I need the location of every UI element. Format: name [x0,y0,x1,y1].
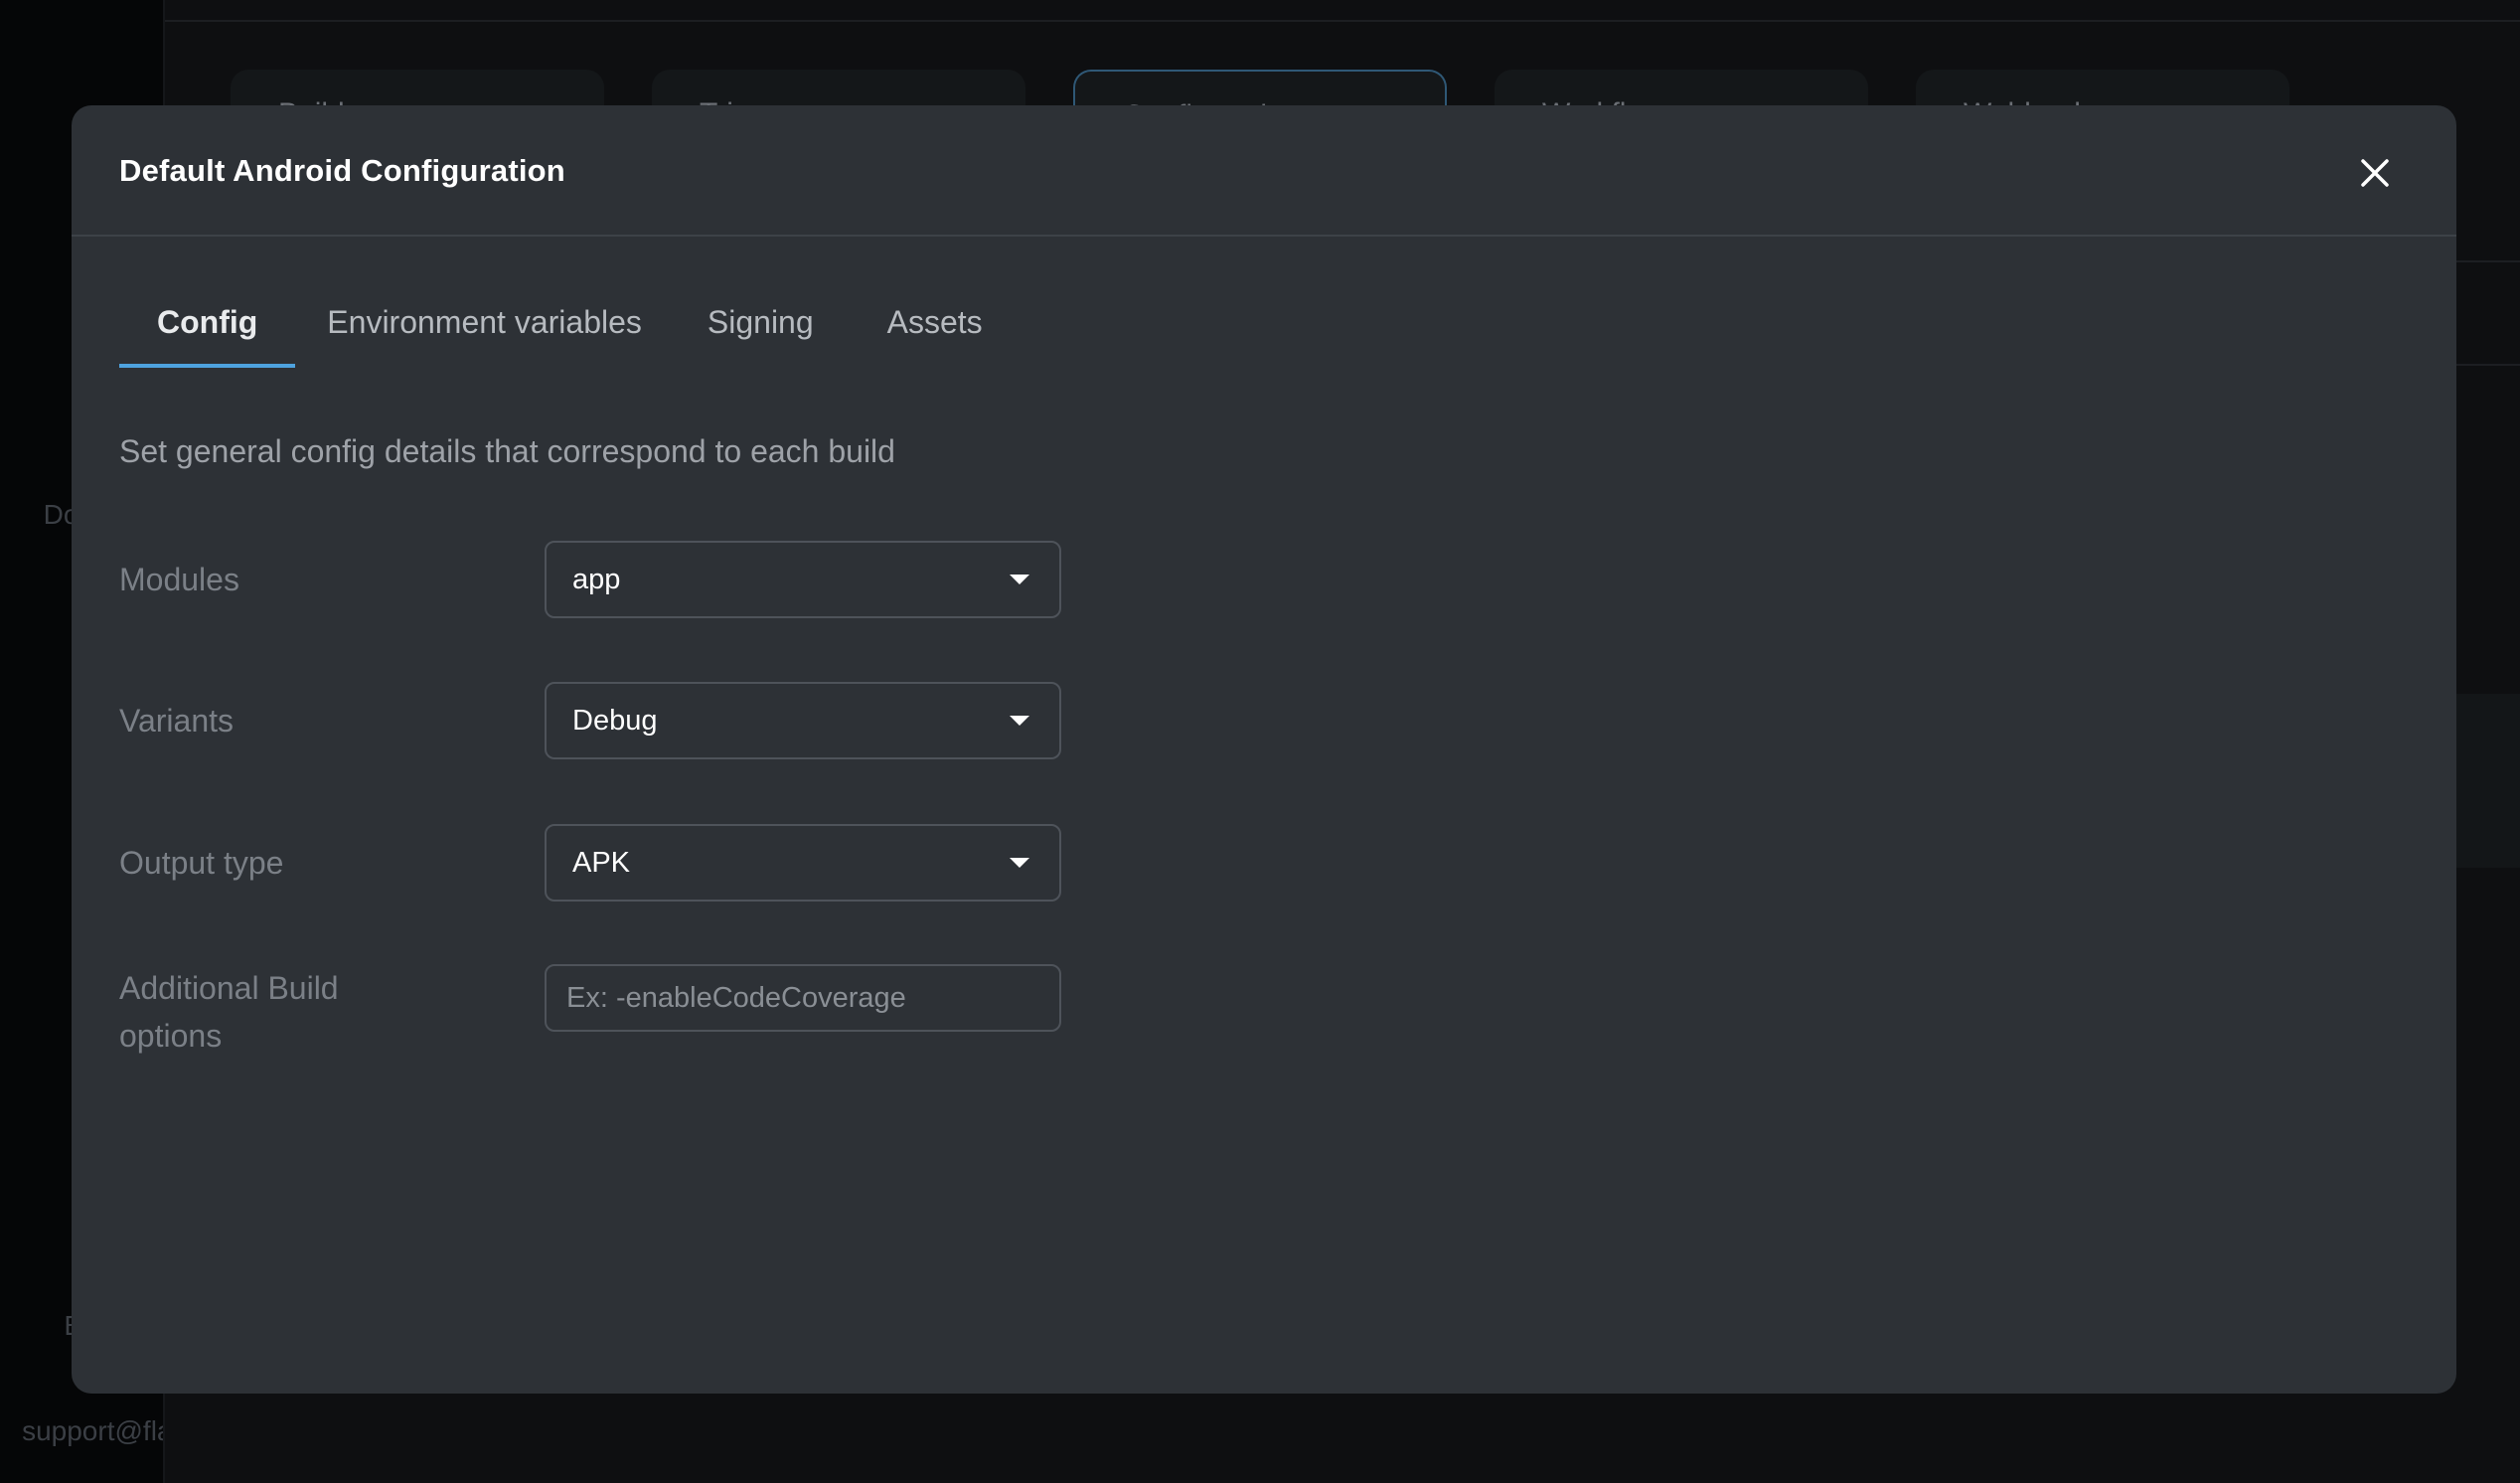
sidebar-item-sessions[interactable]: Sessions [0,395,163,426]
variants-select[interactable]: Debug [545,682,1061,759]
output-type-select[interactable]: APK [545,824,1061,902]
sidebar-item-documentation[interactable]: Documentation [0,499,163,531]
output-type-label: Output type [119,845,284,881]
additional-build-options-label: Additional Build options [119,970,339,1054]
config-description: Set general config details that correspo… [119,433,895,469]
bg-row [2456,694,2520,868]
topbar-divider [165,20,2520,22]
config-modal: Default Android Configuration Config Env… [72,105,2456,1394]
tab-environment-variables[interactable]: Environment variables [295,280,675,368]
additional-build-options-input[interactable] [545,964,1061,1032]
close-button[interactable] [2353,151,2397,195]
chevron-down-icon [1010,716,1029,726]
modules-label: Modules [119,562,239,597]
close-icon [2361,159,2389,187]
tab-signing[interactable]: Signing [675,280,855,368]
bg-divider [2456,364,2520,366]
sidebar-item-billing[interactable]: Billing [0,1207,163,1238]
sidebar-item-overview[interactable]: Overview [0,1105,163,1137]
modal-header: Default Android Configuration [72,105,2456,237]
chevron-down-icon [1010,858,1029,868]
chevron-down-icon [1010,575,1029,584]
sidebar-item-book-demo[interactable]: Book a Demo [0,1310,163,1342]
modules-value: app [572,564,621,595]
modal-title: Default Android Configuration [119,153,565,188]
tab-config[interactable]: Config [119,280,296,368]
modal-tabs: Config Environment variables Signing Ass… [119,280,1021,368]
variants-label: Variants [119,703,235,739]
sidebar-item-support-email[interactable]: support@flashwave.io [0,1415,163,1447]
modules-select[interactable]: app [545,541,1061,618]
sidebar-item-builds[interactable]: Builds [0,290,163,322]
tab-assets[interactable]: Assets [855,280,1021,368]
output-type-value: APK [572,847,631,879]
bg-divider [2456,260,2520,262]
sidebar-item-devices[interactable]: Devices [0,187,163,219]
variants-value: Debug [572,705,658,737]
